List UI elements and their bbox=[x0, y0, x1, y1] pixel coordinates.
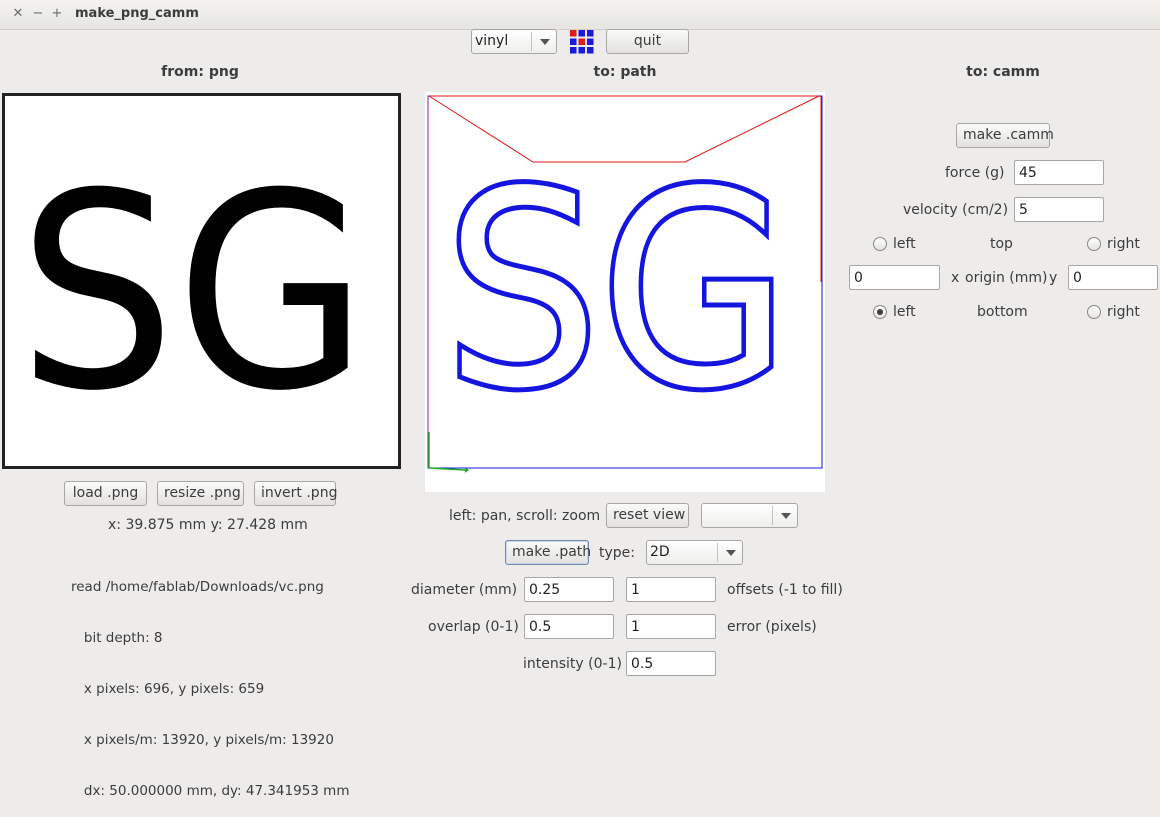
png-preview[interactable]: SG bbox=[2, 93, 401, 469]
diameter-label: diameter (mm) bbox=[411, 582, 518, 598]
cursor-coordinates: x: 39.875 mm y: 27.428 mm bbox=[108, 517, 308, 533]
logo-square bbox=[587, 38, 594, 45]
error-label: error (pixels) bbox=[727, 619, 817, 635]
resize-png-button[interactable]: resize .png bbox=[157, 481, 244, 506]
path-type-value: 2D bbox=[650, 544, 670, 560]
close-icon[interactable]: ✕ bbox=[11, 7, 25, 21]
offsets-label: offsets (-1 to fill) bbox=[727, 582, 843, 598]
png-panel-header: from: png bbox=[161, 64, 239, 80]
origin-x-input[interactable] bbox=[849, 265, 940, 290]
path-type-select[interactable]: 2D bbox=[646, 540, 743, 565]
chevron-down-icon bbox=[781, 513, 791, 519]
make-camm-button[interactable]: make .camm bbox=[956, 123, 1054, 148]
logo-square bbox=[587, 47, 594, 54]
logo-square bbox=[578, 47, 585, 54]
origin-x-label: x bbox=[951, 270, 960, 286]
machine-select[interactable]: vinyl bbox=[471, 29, 557, 54]
invert-png-button[interactable]: invert .png bbox=[254, 481, 337, 506]
logo-square bbox=[578, 38, 585, 45]
make-path-button[interactable]: make .path bbox=[505, 540, 591, 565]
logo-square bbox=[570, 38, 577, 45]
chevron-down-icon bbox=[726, 550, 736, 556]
fab-logo-icon bbox=[570, 30, 594, 54]
offsets-input[interactable] bbox=[626, 577, 716, 602]
type-label: type: bbox=[599, 545, 635, 561]
force-label: force (g) bbox=[945, 165, 1005, 181]
origin-bottom-left-radio[interactable] bbox=[873, 305, 887, 319]
bottom-left-label: left bbox=[893, 304, 916, 320]
path-preview[interactable]: SG SG SG bbox=[425, 92, 825, 492]
origin-bottom-right-radio[interactable] bbox=[1087, 305, 1101, 319]
maximize-icon[interactable]: + bbox=[50, 7, 64, 21]
top-label: top bbox=[990, 236, 1013, 252]
velocity-label: velocity (cm/2) bbox=[903, 202, 1009, 218]
origin-top-left-radio[interactable] bbox=[873, 237, 887, 251]
camm-panel-header: to: camm bbox=[966, 64, 1040, 80]
error-input[interactable] bbox=[626, 614, 716, 639]
origin-label: origin (mm) bbox=[965, 270, 1048, 286]
load-png-button[interactable]: load .png bbox=[64, 481, 147, 506]
png-info: read /home/fablab/Downloads/vc.png bit d… bbox=[71, 545, 349, 817]
png-info-line: x pixels/m: 13920, y pixels/m: 13920 bbox=[71, 732, 334, 748]
machine-select-value: vinyl bbox=[475, 33, 509, 49]
logo-square bbox=[587, 30, 594, 37]
velocity-input[interactable] bbox=[1014, 197, 1104, 222]
view-select[interactable] bbox=[701, 503, 798, 528]
title-bar: ✕ − + make_png_camm bbox=[0, 0, 1160, 30]
png-info-line: dx: 50.000000 mm, dy: 47.341953 mm bbox=[71, 783, 350, 799]
intensity-input[interactable] bbox=[626, 651, 716, 676]
intensity-label: intensity (0-1) bbox=[523, 656, 622, 672]
png-info-line: read /home/fablab/Downloads/vc.png bbox=[71, 579, 324, 595]
view-hint: left: pan, scroll: zoom bbox=[449, 508, 601, 524]
chevron-down-icon bbox=[540, 39, 550, 45]
window-title: make_png_camm bbox=[75, 6, 199, 21]
reset-view-button[interactable]: reset view bbox=[606, 503, 689, 528]
bottom-label: bottom bbox=[977, 304, 1028, 320]
png-info-line: x pixels: 696, y pixels: 659 bbox=[71, 681, 265, 697]
png-image-text: SG bbox=[18, 135, 368, 450]
quit-button[interactable]: quit bbox=[606, 29, 689, 54]
toolpath-outline-line: SG bbox=[445, 133, 790, 448]
png-info-line: bit depth: 8 bbox=[71, 630, 163, 646]
diameter-input[interactable] bbox=[524, 577, 614, 602]
path-panel-header: to: path bbox=[593, 64, 657, 80]
origin-y-label: y bbox=[1049, 270, 1058, 286]
logo-square bbox=[570, 30, 577, 37]
force-input[interactable] bbox=[1014, 160, 1104, 185]
origin-y-input[interactable] bbox=[1068, 265, 1158, 290]
overlap-label: overlap (0-1) bbox=[428, 619, 519, 635]
logo-square bbox=[570, 47, 577, 54]
top-left-label: left bbox=[893, 236, 916, 252]
logo-square bbox=[578, 30, 585, 37]
minimize-icon[interactable]: − bbox=[31, 7, 45, 21]
overlap-input[interactable] bbox=[524, 614, 614, 639]
origin-top-right-radio[interactable] bbox=[1087, 237, 1101, 251]
top-right-label: right bbox=[1107, 236, 1140, 252]
bottom-right-label: right bbox=[1107, 304, 1140, 320]
